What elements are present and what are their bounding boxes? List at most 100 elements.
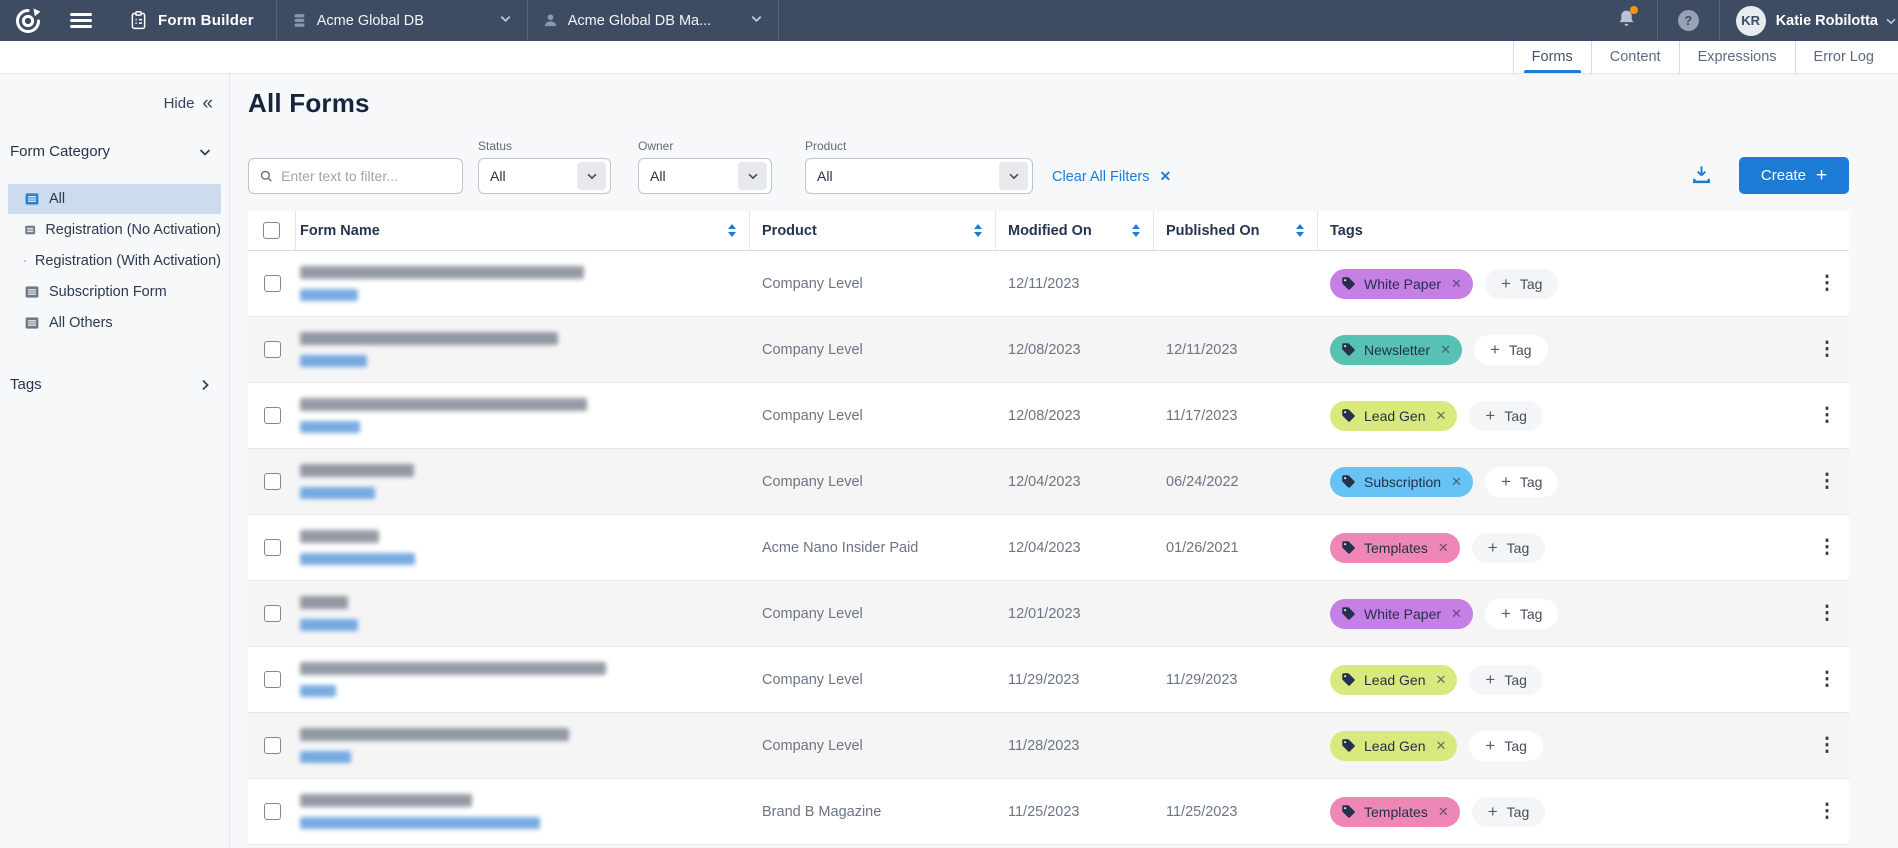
sidebar-item-all-others[interactable]: All Others xyxy=(8,308,221,338)
status-filter-select[interactable]: All xyxy=(478,158,611,194)
row-checkbox[interactable] xyxy=(264,275,281,292)
sidebar-item-registration-with-activation[interactable]: Registration (With Activation) xyxy=(8,246,221,276)
table-body: Company Level 12/11/2023 White Paper ✕ +… xyxy=(248,251,1849,845)
tag-pill: Templates ✕ xyxy=(1330,533,1460,563)
add-tag-button[interactable]: + Tag xyxy=(1485,269,1559,299)
sidebar-item-subscription-form[interactable]: Subscription Form xyxy=(8,277,221,307)
chevron-down-icon xyxy=(577,162,606,190)
row-actions-kebab-icon[interactable]: ⋮ xyxy=(1818,274,1837,293)
add-tag-label: Tag xyxy=(1507,540,1530,556)
forms-table: Form Name Product Modified On Published … xyxy=(248,211,1849,848)
row-actions-kebab-icon[interactable]: ⋮ xyxy=(1818,736,1837,755)
tab-forms[interactable]: Forms xyxy=(1513,41,1591,73)
sort-product-button[interactable] xyxy=(974,224,982,237)
database-selector[interactable]: Acme Global DB xyxy=(277,0,527,41)
add-tag-button[interactable]: + Tag xyxy=(1472,797,1546,827)
table-row: Company Level 12/08/2023 11/17/2023 Lead… xyxy=(248,383,1849,449)
add-tag-button[interactable]: + Tag xyxy=(1474,335,1548,365)
row-checkbox[interactable] xyxy=(264,539,281,556)
row-actions-kebab-icon[interactable]: ⋮ xyxy=(1818,802,1837,821)
logo-icon xyxy=(15,8,41,34)
sort-modified-on-button[interactable] xyxy=(1132,224,1140,237)
row-checkbox[interactable] xyxy=(264,473,281,490)
remove-tag-icon[interactable]: ✕ xyxy=(1436,672,1447,688)
help-button[interactable]: ? xyxy=(1678,10,1699,31)
search-input[interactable] xyxy=(281,168,452,184)
form-link-redacted[interactable] xyxy=(300,619,358,631)
tags-section-header[interactable]: Tags xyxy=(0,376,229,393)
modified-on-cell: 12/01/2023 xyxy=(996,581,1154,646)
row-checkbox[interactable] xyxy=(264,407,281,424)
remove-tag-icon[interactable]: ✕ xyxy=(1451,606,1462,622)
row-checkbox[interactable] xyxy=(264,341,281,358)
table-row: Company Level 12/08/2023 12/11/2023 News… xyxy=(248,317,1849,383)
form-link-redacted[interactable] xyxy=(300,421,360,433)
sidebar-item-registration-no-activation[interactable]: Registration (No Activation) xyxy=(8,215,221,245)
add-tag-label: Tag xyxy=(1507,804,1530,820)
sort-form-name-button[interactable] xyxy=(728,224,736,237)
remove-tag-icon[interactable]: ✕ xyxy=(1451,276,1462,292)
user-name[interactable]: Katie Robilotta xyxy=(1776,13,1878,29)
row-actions-kebab-icon[interactable]: ⋮ xyxy=(1818,472,1837,491)
owner-filter-select[interactable]: All xyxy=(638,158,772,194)
app-logo-icon[interactable] xyxy=(0,8,56,34)
add-tag-button[interactable]: + Tag xyxy=(1469,665,1543,695)
clear-all-filters-button[interactable]: Clear All Filters ✕ xyxy=(1052,168,1171,185)
add-tag-button[interactable]: + Tag xyxy=(1469,731,1543,761)
remove-tag-icon[interactable]: ✕ xyxy=(1440,342,1451,358)
row-actions-kebab-icon[interactable]: ⋮ xyxy=(1818,340,1837,359)
row-checkbox[interactable] xyxy=(264,671,281,688)
add-tag-button[interactable]: + Tag xyxy=(1469,401,1543,431)
tag-icon xyxy=(1341,738,1356,753)
tag-pill: Lead Gen ✕ xyxy=(1330,731,1457,761)
row-checkbox[interactable] xyxy=(264,803,281,820)
form-link-redacted[interactable] xyxy=(300,751,351,763)
tab-expressions[interactable]: Expressions xyxy=(1679,41,1795,73)
column-header-product: Product xyxy=(762,223,817,239)
remove-tag-icon[interactable]: ✕ xyxy=(1436,408,1447,424)
product-filter-select[interactable]: All xyxy=(805,158,1033,194)
tab-error-log[interactable]: Error Log xyxy=(1795,41,1892,73)
sidebar-item-all[interactable]: All xyxy=(8,184,221,214)
form-link-redacted[interactable] xyxy=(300,487,375,499)
product-cell: Company Level xyxy=(750,647,996,712)
row-actions-kebab-icon[interactable]: ⋮ xyxy=(1818,604,1837,623)
tab-content[interactable]: Content xyxy=(1591,41,1679,73)
row-checkbox[interactable] xyxy=(264,737,281,754)
row-actions-kebab-icon[interactable]: ⋮ xyxy=(1818,670,1837,689)
remove-tag-icon[interactable]: ✕ xyxy=(1436,738,1447,754)
download-button[interactable] xyxy=(1690,163,1713,186)
sidebar-hide-button[interactable]: Hide « xyxy=(0,94,229,113)
row-checkbox[interactable] xyxy=(264,605,281,622)
create-button[interactable]: Create + xyxy=(1739,157,1849,194)
remove-tag-icon[interactable]: ✕ xyxy=(1438,804,1449,820)
form-category-header[interactable]: Form Category xyxy=(0,143,229,160)
remove-tag-icon[interactable]: ✕ xyxy=(1451,474,1462,490)
marketing-db-selector[interactable]: Acme Global DB Ma... xyxy=(528,0,778,41)
row-actions-kebab-icon[interactable]: ⋮ xyxy=(1818,538,1837,557)
clipboard-icon xyxy=(128,10,149,31)
form-link-redacted[interactable] xyxy=(300,289,358,301)
form-link-redacted[interactable] xyxy=(300,817,540,829)
row-actions-kebab-icon[interactable]: ⋮ xyxy=(1818,406,1837,425)
select-all-checkbox[interactable] xyxy=(263,222,280,239)
form-link-redacted[interactable] xyxy=(300,355,367,367)
add-tag-button[interactable]: + Tag xyxy=(1485,467,1559,497)
form-link-redacted[interactable] xyxy=(300,685,336,697)
table-row: Company Level 11/28/2023 Lead Gen ✕ + Ta… xyxy=(248,713,1849,779)
remove-tag-icon[interactable]: ✕ xyxy=(1438,540,1449,556)
add-tag-button[interactable]: + Tag xyxy=(1472,533,1546,563)
app-home[interactable]: Form Builder xyxy=(116,0,276,41)
sidebar-item-label: Subscription Form xyxy=(49,284,167,300)
notifications-button[interactable] xyxy=(1616,8,1637,34)
avatar[interactable]: KR xyxy=(1736,6,1766,36)
tag-icon xyxy=(1341,606,1356,621)
published-on-cell: 06/24/2022 xyxy=(1154,449,1318,514)
form-link-redacted[interactable] xyxy=(300,553,415,565)
sort-published-on-button[interactable] xyxy=(1296,224,1304,237)
form-category-list: All Registration (No Activation) Registr… xyxy=(0,184,229,338)
hamburger-menu-icon[interactable] xyxy=(70,13,92,28)
list-icon xyxy=(24,315,40,331)
product-cell: Company Level xyxy=(750,317,996,382)
add-tag-button[interactable]: + Tag xyxy=(1485,599,1559,629)
